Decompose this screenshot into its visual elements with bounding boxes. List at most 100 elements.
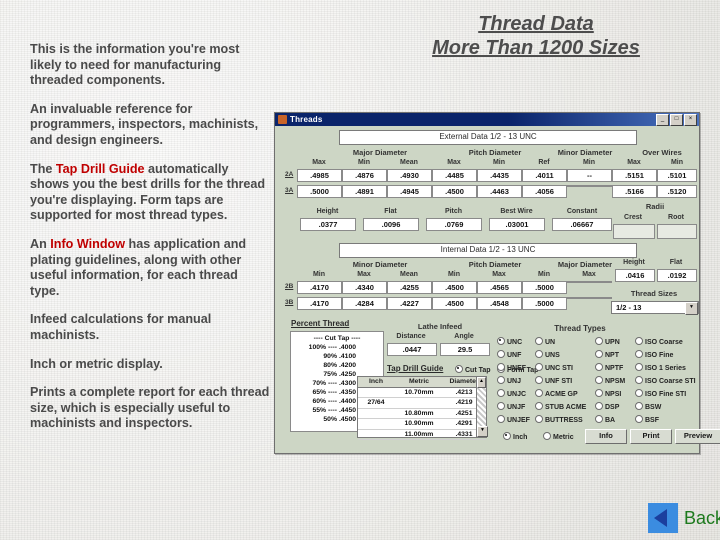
thread-type-npt[interactable]: NPT — [595, 350, 619, 359]
field-pitch[interactable]: .0769 — [426, 218, 482, 231]
ext-3a-cell-6[interactable] — [567, 185, 612, 187]
field-height[interactable]: .0377 — [300, 218, 356, 231]
field-int-height[interactable]: .0416 — [615, 269, 655, 282]
thread-type-unf[interactable]: UNF — [497, 350, 521, 359]
field-constant[interactable]: .06667 — [552, 218, 612, 231]
table-row[interactable]: 10.70mm .4213 — [358, 388, 486, 399]
thread-type-iso-fine-sti[interactable]: ISO Fine STI — [635, 389, 686, 398]
thread-type-upn[interactable]: UPN — [595, 337, 620, 346]
thread-type-ba[interactable]: BA — [595, 415, 615, 424]
back-label[interactable]: Back — [684, 508, 720, 529]
thread-type-bsw[interactable]: BSW — [635, 402, 661, 411]
th-inch: Inch — [369, 378, 383, 385]
close-button[interactable]: × — [684, 113, 697, 126]
thread-type-uns[interactable]: UNS — [535, 350, 560, 359]
int-3b-cell-1[interactable]: .4284 — [342, 297, 387, 310]
ext-2a-cell-6[interactable]: -- — [567, 169, 612, 182]
table-row[interactable]: 10.90mm .4291 — [358, 419, 486, 430]
thread-type-un[interactable]: UN — [535, 337, 555, 346]
table-row[interactable]: 27/64.4219 — [358, 398, 486, 409]
thread-type-acme-gp[interactable]: ACME GP — [535, 389, 578, 398]
thread-type-unc-sti[interactable]: UNC STI — [535, 363, 573, 372]
ext-2a-cell-2[interactable]: .4930 — [387, 169, 432, 182]
ext-2a-cell-1[interactable]: .4876 — [342, 169, 387, 182]
thread-type-buttress[interactable]: BUTTRESS — [535, 415, 583, 424]
field-crest-radius[interactable] — [613, 224, 655, 239]
int-2b-cell-3[interactable]: .4500 — [432, 281, 477, 294]
maximize-button[interactable]: □ — [670, 113, 683, 126]
thread-type-unjef[interactable]: UNJEF — [497, 415, 530, 424]
int-2b-cell-6[interactable] — [567, 281, 612, 283]
field-root-radius[interactable] — [657, 224, 697, 239]
int-3b-cell-5[interactable]: .5000 — [522, 297, 567, 310]
thread-type-dsp[interactable]: DSP — [595, 402, 619, 411]
thread-sizes-dropdown[interactable]: 1/2 - 13 ▼ — [611, 301, 699, 315]
table-row[interactable]: 11.00mm .4331 — [358, 430, 486, 441]
ext-3a-cell-2[interactable]: .4945 — [387, 185, 432, 198]
thread-type-nptf[interactable]: NPTF — [595, 363, 623, 372]
int-3b-cell-2[interactable]: .4227 — [387, 297, 432, 310]
radio-metric[interactable]: Metric — [543, 432, 574, 441]
ext-2a-cell-5[interactable]: .4011 — [522, 169, 567, 182]
radio-icon — [595, 415, 603, 423]
int-2b-cell-2[interactable]: .4255 — [387, 281, 432, 294]
ext-3a-cell-8[interactable]: .5120 — [657, 185, 697, 198]
header-ext-4: Min — [492, 159, 506, 166]
ext-2a-cell-8[interactable]: .5101 — [657, 169, 697, 182]
ext-2a-cell-0[interactable]: .4985 — [297, 169, 342, 182]
field-int-flat[interactable]: .0192 — [657, 269, 697, 282]
thread-type-unj[interactable]: UNJ — [497, 376, 521, 385]
print-button[interactable]: Print — [630, 429, 672, 444]
int-2b-cell-5[interactable]: .5000 — [522, 281, 567, 294]
tap-drill-scrollbar[interactable]: ▲ ▼ — [476, 377, 488, 437]
thread-type-iso-coarse[interactable]: ISO Coarse — [635, 337, 683, 346]
int-3b-cell-0[interactable]: .4170 — [297, 297, 342, 310]
thread-type-unjf[interactable]: UNJF — [497, 402, 525, 411]
int-2b-cell-1[interactable]: .4340 — [342, 281, 387, 294]
thread-type-iso-fine[interactable]: ISO Fine — [635, 350, 673, 359]
scroll-down-button[interactable]: ▼ — [477, 426, 488, 437]
paragraph-3: Infeed calculations for manual machinist… — [30, 312, 212, 342]
field-infeed-angle[interactable]: 29.5 — [440, 343, 490, 356]
label-distance: Distance — [396, 333, 426, 340]
thread-type-unjc[interactable]: UNJC — [497, 389, 526, 398]
thread-type-npsm[interactable]: NPSM — [595, 376, 625, 385]
int-2b-cell-0[interactable]: .4170 — [297, 281, 342, 294]
thread-type-unf-sti[interactable]: UNF STI — [535, 376, 572, 385]
thread-type-unef[interactable]: UNEF — [497, 363, 526, 372]
ext-3a-cell-7[interactable]: .5166 — [612, 185, 657, 198]
header-ext-0: Max — [312, 159, 326, 166]
radio-cut-tap[interactable]: Cut Tap — [455, 365, 491, 374]
thread-type-stub-acme[interactable]: STUB ACME — [535, 402, 586, 411]
back-arrow-icon[interactable] — [648, 503, 678, 533]
ext-3a-cell-5[interactable]: .4056 — [522, 185, 567, 198]
field-infeed-distance[interactable]: .0447 — [387, 343, 437, 356]
thread-type-iso-coarse-sti[interactable]: ISO Coarse STI — [635, 376, 696, 385]
thread-type-bsf[interactable]: BSF — [635, 415, 659, 424]
ext-3a-cell-0[interactable]: .5000 — [297, 185, 342, 198]
preview-button[interactable]: Preview — [675, 429, 720, 444]
ext-3a-cell-4[interactable]: .4463 — [477, 185, 522, 198]
scroll-up-button[interactable]: ▲ — [477, 377, 486, 388]
ext-3a-cell-3[interactable]: .4500 — [432, 185, 477, 198]
paragraph-4: Inch or metric display. — [30, 356, 163, 371]
int-3b-cell-4[interactable]: .4548 — [477, 297, 522, 310]
table-row[interactable]: 10.80mm .4251 — [358, 409, 486, 420]
ext-2a-cell-4[interactable]: .4435 — [477, 169, 522, 182]
int-3b-cell-6[interactable] — [567, 297, 612, 299]
field-best-wire[interactable]: .03001 — [489, 218, 545, 231]
back-navigation[interactable]: Back — [648, 503, 720, 533]
info-button[interactable]: Info — [585, 429, 627, 444]
thread-type-npsi[interactable]: NPSI — [595, 389, 621, 398]
ext-3a-cell-1[interactable]: .4891 — [342, 185, 387, 198]
thread-type-unc[interactable]: UNC — [497, 337, 522, 346]
chevron-down-icon[interactable]: ▼ — [685, 302, 698, 315]
radio-inch[interactable]: Inch — [503, 432, 527, 441]
int-2b-cell-4[interactable]: .4565 — [477, 281, 522, 294]
minimize-button[interactable]: _ — [656, 113, 669, 126]
thread-type-iso-1-series[interactable]: ISO 1 Series — [635, 363, 686, 372]
ext-2a-cell-7[interactable]: .5151 — [612, 169, 657, 182]
int-3b-cell-3[interactable]: .4500 — [432, 297, 477, 310]
field-flat[interactable]: .0096 — [363, 218, 419, 231]
ext-2a-cell-3[interactable]: .4485 — [432, 169, 477, 182]
